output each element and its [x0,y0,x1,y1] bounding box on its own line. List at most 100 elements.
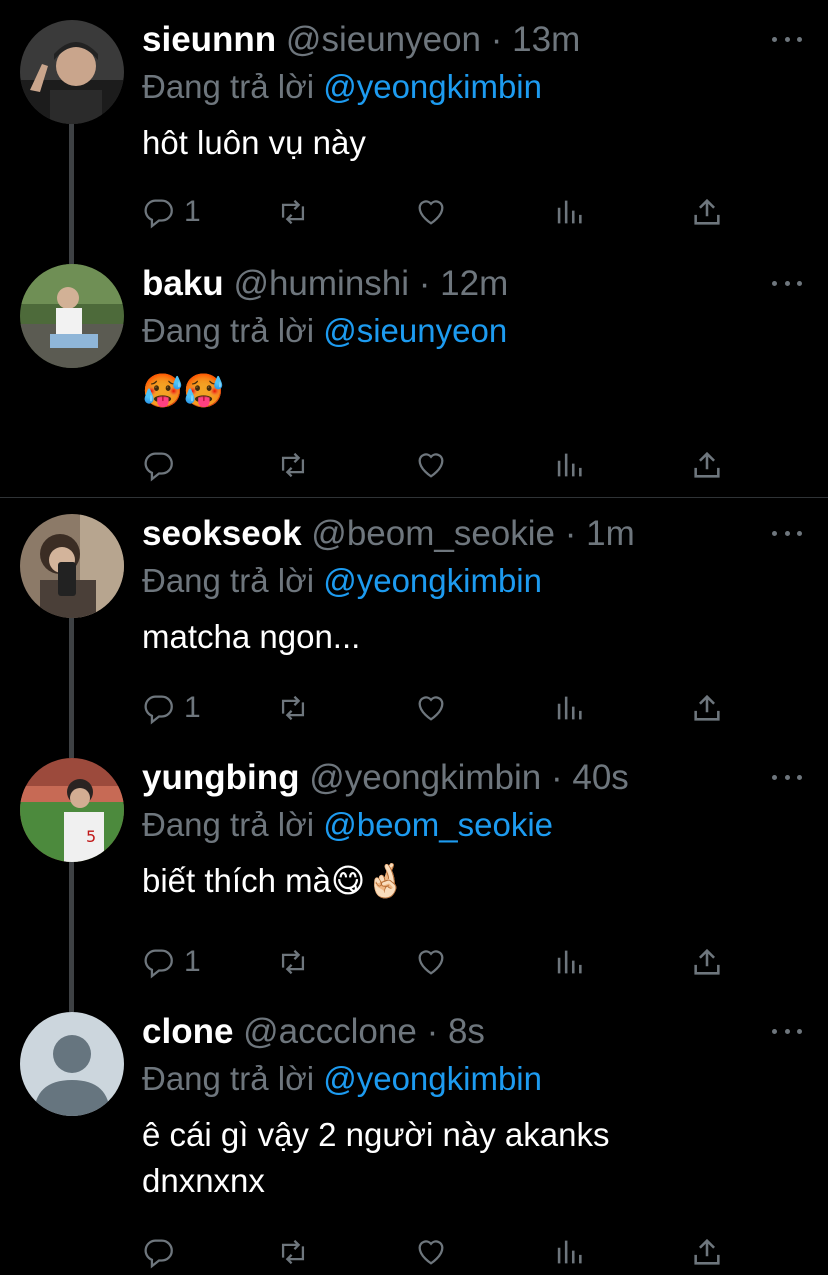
like-button[interactable] [414,688,448,728]
tweet-header: sieunnn @sieunyeon · 13m [142,16,768,64]
reply-count: 1 [184,945,201,978]
analytics-icon [557,200,582,224]
separator: · [418,264,431,303]
heart-icon [418,696,444,721]
analytics-button[interactable] [552,445,586,485]
timestamp[interactable]: 1m [586,514,635,553]
more-dots-icon[interactable] [772,1026,802,1036]
tweet-text: matcha ngon... [142,618,361,655]
user-handle[interactable]: @huminshi [233,264,409,303]
analytics-button[interactable] [552,1232,586,1272]
reply-button[interactable] [142,1232,184,1272]
timestamp[interactable]: 13m [512,20,580,59]
replying-to: Đang trả lời @beom_seokie [142,802,768,848]
avatar[interactable] [20,514,124,618]
mention-link[interactable]: @sieunyeon [323,312,507,349]
user-handle[interactable]: @sieunyeon [286,20,481,59]
avatar[interactable] [20,20,124,124]
reply-icon [144,199,173,229]
mention-link[interactable]: @yeongkimbin [323,1060,542,1097]
replying-to-label: Đang trả lời [142,312,315,349]
timestamp[interactable]: 8s [448,1012,485,1051]
analytics-icon [557,453,582,477]
retweet-icon [281,199,305,225]
analytics-button[interactable] [552,942,586,982]
share-button[interactable] [690,192,724,232]
more-dots-icon[interactable] [772,278,802,288]
replying-to: Đang trả lời @yeongkimbin [142,1056,768,1102]
avatar[interactable]: 5 [20,758,124,862]
separator: · [426,1012,439,1051]
analytics-button[interactable] [552,192,586,232]
share-icon [694,694,720,721]
tweet-header: baku @huminshi · 12m [142,260,768,308]
heart-icon [418,1240,444,1265]
tweet-header: yungbing @yeongkimbin · 40s [142,754,768,802]
reply-thread-feed: sieunnn @sieunyeon · 13m Đang trả lời @y… [0,0,828,1275]
reply-count: 1 [184,195,201,228]
heart-icon [418,453,444,478]
display-name[interactable]: sieunnn [142,20,276,59]
reply-icon [144,452,173,482]
timestamp[interactable]: 40s [572,758,628,797]
thread-connector [69,862,74,1012]
avatar[interactable] [20,264,124,368]
reply-icon [144,695,173,725]
like-button[interactable] [414,942,448,982]
replying-to: Đang trả lời @sieunyeon [142,308,768,354]
heart-icon [418,950,444,975]
user-handle[interactable]: @accclone [243,1012,417,1051]
more-dots-icon[interactable] [772,34,802,44]
more-dots-icon[interactable] [772,772,802,782]
reply-count: 1 [184,691,201,724]
tweet-text: biết thích mà😋🤞🏻 [142,862,407,899]
tweet-actions [142,1232,742,1272]
tweet-header: clone @accclone · 8s [142,1008,768,1056]
retweet-button[interactable] [276,942,310,982]
replying-to: Đang trả lời @yeongkimbin [142,64,768,110]
reply-button[interactable]: 1 [142,942,201,982]
user-handle[interactable]: @yeongkimbin [309,758,541,797]
display-name[interactable]: yungbing [142,758,299,797]
share-button[interactable] [690,1232,724,1272]
retweet-icon [281,695,305,721]
retweet-icon [281,452,305,478]
mention-link[interactable]: @yeongkimbin [323,68,542,105]
mention-link[interactable]: @beom_seokie [323,806,553,843]
heart-icon [418,200,444,225]
replying-to-label: Đang trả lời [142,562,315,599]
thread-connector [69,618,74,758]
like-button[interactable] [414,192,448,232]
tweet-text: 🥵🥵 [142,372,225,409]
display-name[interactable]: clone [142,1012,233,1051]
retweet-button[interactable] [276,1232,310,1272]
default-avatar-icon [20,1012,124,1116]
user-handle[interactable]: @beom_seokie [311,514,555,553]
avatar[interactable] [20,1012,124,1116]
separator: · [550,758,563,797]
thread-connector [69,124,74,264]
share-button[interactable] [690,942,724,982]
share-button[interactable] [690,688,724,728]
reply-button[interactable]: 1 [142,688,201,728]
analytics-button[interactable] [552,688,586,728]
reply-icon [144,949,173,979]
reply-button[interactable]: 1 [142,192,201,232]
retweet-button[interactable] [276,445,310,485]
separator: · [490,20,503,59]
like-button[interactable] [414,445,448,485]
share-icon [694,198,720,225]
person-photo-avatar-icon [20,20,124,124]
more-dots-icon[interactable] [772,528,802,538]
reply-button[interactable] [142,445,184,485]
analytics-icon [557,696,582,720]
timestamp[interactable]: 12m [440,264,508,303]
like-button[interactable] [414,1232,448,1272]
replying-to-label: Đang trả lời [142,68,315,105]
display-name[interactable]: baku [142,264,224,303]
retweet-button[interactable] [276,192,310,232]
display-name[interactable]: seokseok [142,514,302,553]
retweet-button[interactable] [276,688,310,728]
mention-link[interactable]: @yeongkimbin [323,562,542,599]
share-button[interactable] [690,445,724,485]
